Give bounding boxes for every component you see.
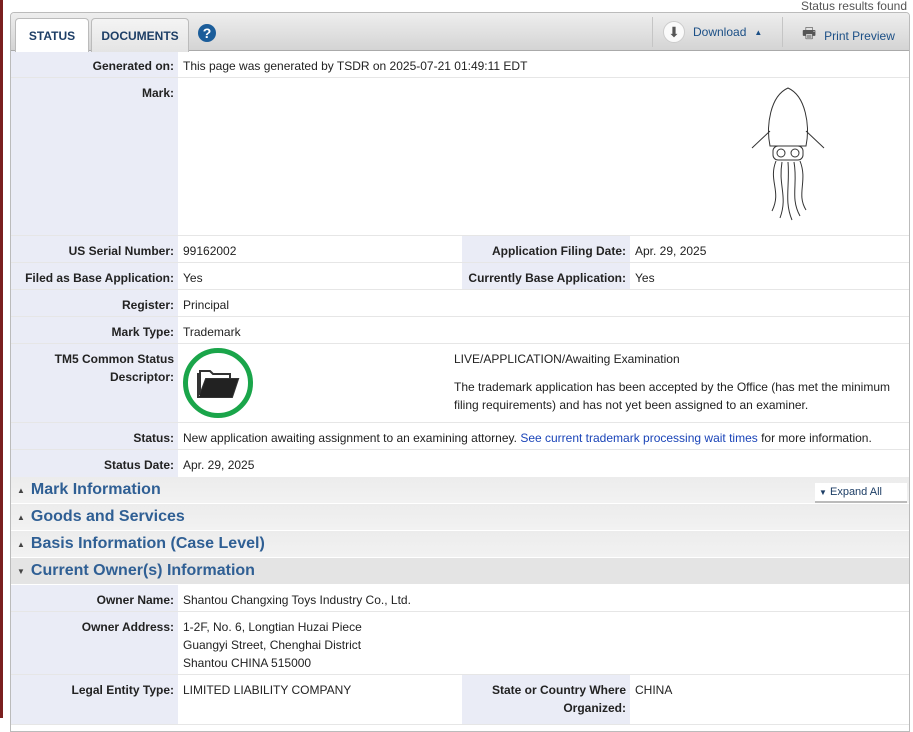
tab-status[interactable]: STATUS <box>15 18 89 52</box>
download-icon: ⬇ <box>663 21 685 43</box>
caret-down-icon: ▼ <box>819 488 827 497</box>
help-icon[interactable]: ? <box>198 24 216 42</box>
section-current-owner[interactable]: ▼ Current Owner(s) Information <box>11 558 909 585</box>
status-panel: STATUS DOCUMENTS ? ⬇ Download ▲ 🖶 Print … <box>10 12 910 732</box>
row-generated: Generated on: This page was generated by… <box>11 51 909 78</box>
download-button[interactable]: ⬇ Download ▲ <box>663 21 762 43</box>
divider <box>782 17 783 47</box>
folder-status-icon <box>183 348 253 418</box>
tab-documents[interactable]: DOCUMENTS <box>91 18 189 52</box>
row-owner-address: Owner Address: 1-2F, No. 6, Longtian Huz… <box>11 612 909 675</box>
collapsed-icon: ▲ <box>17 485 25 495</box>
divider <box>652 17 653 47</box>
row-status-date: Status Date: Apr. 29, 2025 <box>11 450 909 477</box>
toolbar: STATUS DOCUMENTS ? ⬇ Download ▲ 🖶 Print … <box>11 13 909 52</box>
results-note: Status results found <box>800 0 907 13</box>
section-mark-information[interactable]: ▲ Mark Information ▼ Expand All <box>11 477 909 504</box>
printer-icon: 🖶 <box>802 25 817 42</box>
section-basis-information[interactable]: ▲ Basis Information (Case Level) <box>11 531 909 558</box>
row-tm5: TM5 Common Status Descriptor: LIVE/APPLI… <box>11 344 909 423</box>
mark-image <box>751 87 825 221</box>
row-serial: US Serial Number: 99162002 Application F… <box>11 236 909 263</box>
row-owner-name: Owner Name: Shantou Changxing Toys Indus… <box>11 585 909 612</box>
row-mark-type: Mark Type: Trademark <box>11 317 909 344</box>
expand-all-button[interactable]: ▼ Expand All <box>815 483 907 503</box>
print-preview-button[interactable]: 🖶 Print Preview <box>802 23 895 48</box>
expanded-icon: ▼ <box>17 566 25 576</box>
wait-times-link[interactable]: See current trademark processing wait ti… <box>520 431 757 445</box>
collapsed-icon: ▲ <box>17 512 25 522</box>
section-goods-services[interactable]: ▲ Goods and Services <box>11 504 909 531</box>
page-edge <box>0 0 3 718</box>
row-register: Register: Principal <box>11 290 909 317</box>
row-mark: Mark: <box>11 78 909 236</box>
collapsed-icon: ▲ <box>17 539 25 549</box>
row-base: Filed as Base Application: Yes Currently… <box>11 263 909 290</box>
caret-up-icon: ▲ <box>754 27 763 37</box>
row-status: Status: New application awaiting assignm… <box>11 423 909 450</box>
